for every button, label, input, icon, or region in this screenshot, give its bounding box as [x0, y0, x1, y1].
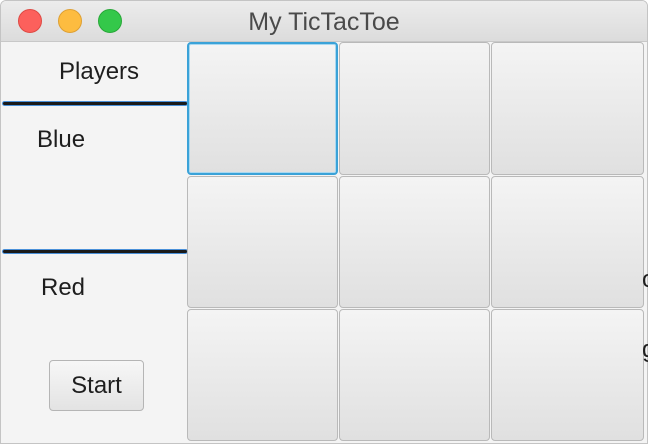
- clipped-edge-text: o: [642, 266, 648, 294]
- players-separator: [3, 102, 187, 105]
- board-cell-2-1[interactable]: [187, 176, 338, 308]
- player-separator: [3, 250, 187, 253]
- board-cell-1-2[interactable]: [339, 42, 490, 175]
- player-blue-label: Blue: [37, 126, 86, 153]
- title-bar: My TicTacToe: [1, 1, 647, 42]
- board-cell-2-3[interactable]: [491, 176, 644, 308]
- board-cell-3-1[interactable]: [187, 309, 338, 441]
- app-window: My TicTacToe Players Blue Red Start: [0, 0, 648, 444]
- start-button[interactable]: Start: [49, 360, 144, 411]
- player-red-label: Red: [41, 274, 86, 301]
- board-cell-2-2[interactable]: [339, 176, 490, 308]
- game-board: [187, 42, 647, 443]
- window-title: My TicTacToe: [248, 8, 400, 36]
- board-cell-1-1[interactable]: [187, 42, 338, 175]
- board-cell-3-3[interactable]: [491, 309, 644, 441]
- players-heading: Players: [59, 58, 140, 85]
- clipped-edge-text: g: [642, 336, 648, 364]
- board-cell-3-2[interactable]: [339, 309, 490, 441]
- board-cell-1-3[interactable]: [491, 42, 644, 175]
- players-panel: Players Blue Red Start: [1, 42, 187, 443]
